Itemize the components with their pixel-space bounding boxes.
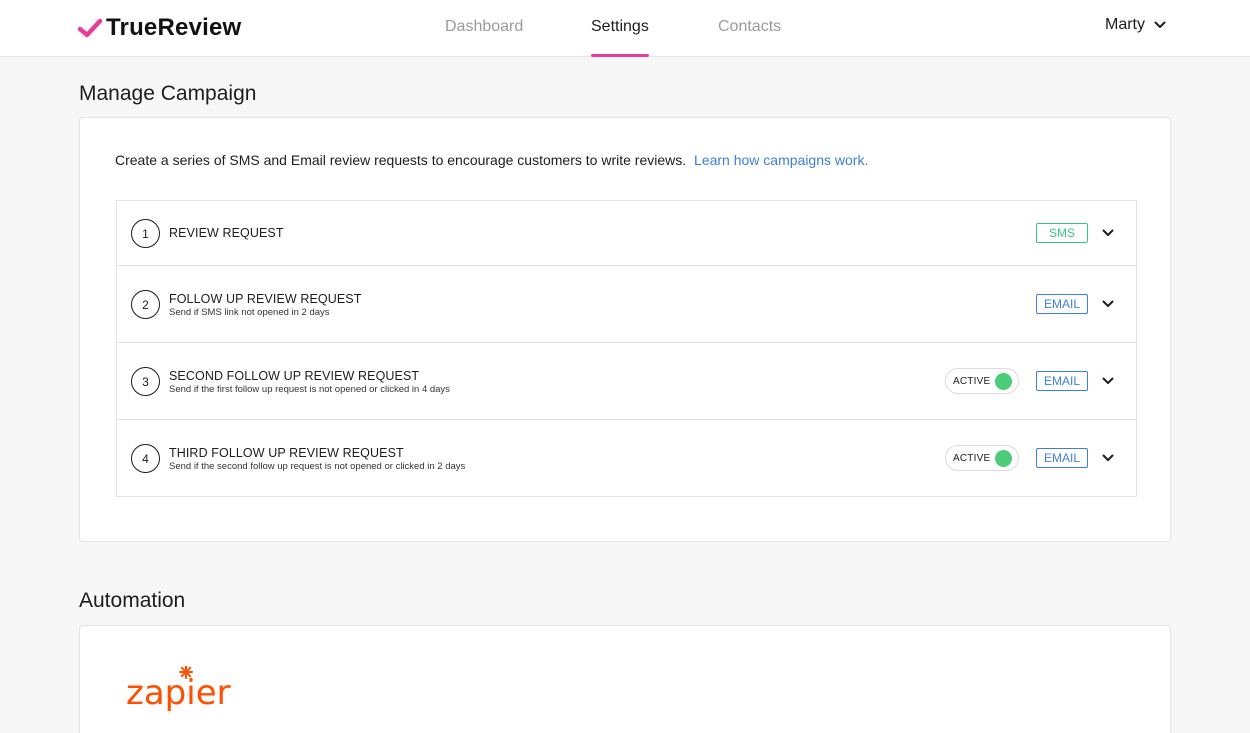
campaign-step[interactable]: 3 SECOND FOLLOW UP REVIEW REQUEST Send i… [117, 343, 1136, 420]
chevron-down-icon[interactable] [1102, 454, 1114, 462]
toggle-knob [995, 450, 1012, 467]
step-number: 4 [131, 444, 160, 473]
nav-tab-contacts[interactable]: Contacts [718, 18, 781, 36]
nav-tab-settings[interactable]: Settings [591, 18, 649, 36]
campaign-step[interactable]: 1 REVIEW REQUEST SMS [117, 201, 1136, 266]
zapier-logo-text: zapier [126, 673, 231, 713]
intro-text: Create a series of SMS and Email review … [115, 152, 687, 168]
step-title: REVIEW REQUEST [169, 226, 284, 240]
toggle-label: ACTIVE [953, 453, 991, 464]
step-title: THIRD FOLLOW UP REVIEW REQUEST [169, 446, 404, 460]
step-number: 3 [131, 367, 160, 396]
active-toggle[interactable]: ACTIVE [945, 445, 1019, 471]
campaign-step[interactable]: 4 THIRD FOLLOW UP REVIEW REQUEST Send if… [117, 420, 1136, 496]
checkmark-icon [78, 18, 102, 38]
top-navigation-bar: TrueReview Dashboard Settings Contacts M… [0, 0, 1250, 57]
toggle-knob [995, 373, 1012, 390]
step-title: SECOND FOLLOW UP REVIEW REQUEST [169, 369, 420, 383]
brand-logo[interactable]: TrueReview [78, 14, 241, 42]
channel-badge-email: EMAIL [1036, 371, 1088, 391]
manage-campaign-title: Manage Campaign [79, 82, 257, 105]
chevron-down-icon[interactable] [1102, 300, 1114, 308]
step-subtitle: Send if the second follow up request is … [169, 461, 466, 472]
brand-name: TrueReview [106, 14, 242, 41]
channel-badge-sms: SMS [1036, 223, 1088, 243]
chevron-down-icon[interactable] [1102, 377, 1114, 385]
step-subtitle: Send if the first follow up request is n… [169, 384, 450, 395]
step-title: FOLLOW UP REVIEW REQUEST [169, 292, 362, 306]
automation-title: Automation [79, 589, 186, 612]
chevron-down-icon[interactable] [1102, 229, 1114, 237]
step-number: 1 [131, 219, 160, 248]
user-name: Marty [1105, 16, 1145, 33]
learn-campaigns-link[interactable]: Learn how campaigns work. [694, 152, 868, 168]
campaign-steps-list: 1 REVIEW REQUEST SMS 2 FOLLOW UP REVIEW … [116, 200, 1137, 497]
channel-badge-email: EMAIL [1036, 294, 1088, 314]
toggle-label: ACTIVE [953, 376, 991, 387]
automation-card: zapier [79, 625, 1171, 733]
user-menu[interactable]: Marty [1105, 16, 1166, 34]
campaign-step[interactable]: 2 FOLLOW UP REVIEW REQUEST Send if SMS l… [117, 266, 1136, 343]
step-subtitle: Send if SMS link not opened in 2 days [169, 307, 330, 318]
chevron-down-icon [1154, 21, 1166, 28]
nav-tab-dashboard[interactable]: Dashboard [445, 18, 523, 36]
campaign-card: Create a series of SMS and Email review … [79, 117, 1171, 542]
active-tab-indicator [591, 54, 649, 57]
zapier-logo[interactable]: zapier [126, 666, 236, 714]
step-number: 2 [131, 290, 160, 319]
campaign-intro: Create a series of SMS and Email review … [115, 152, 868, 168]
active-toggle[interactable]: ACTIVE [945, 368, 1019, 394]
channel-badge-email: EMAIL [1036, 448, 1088, 468]
